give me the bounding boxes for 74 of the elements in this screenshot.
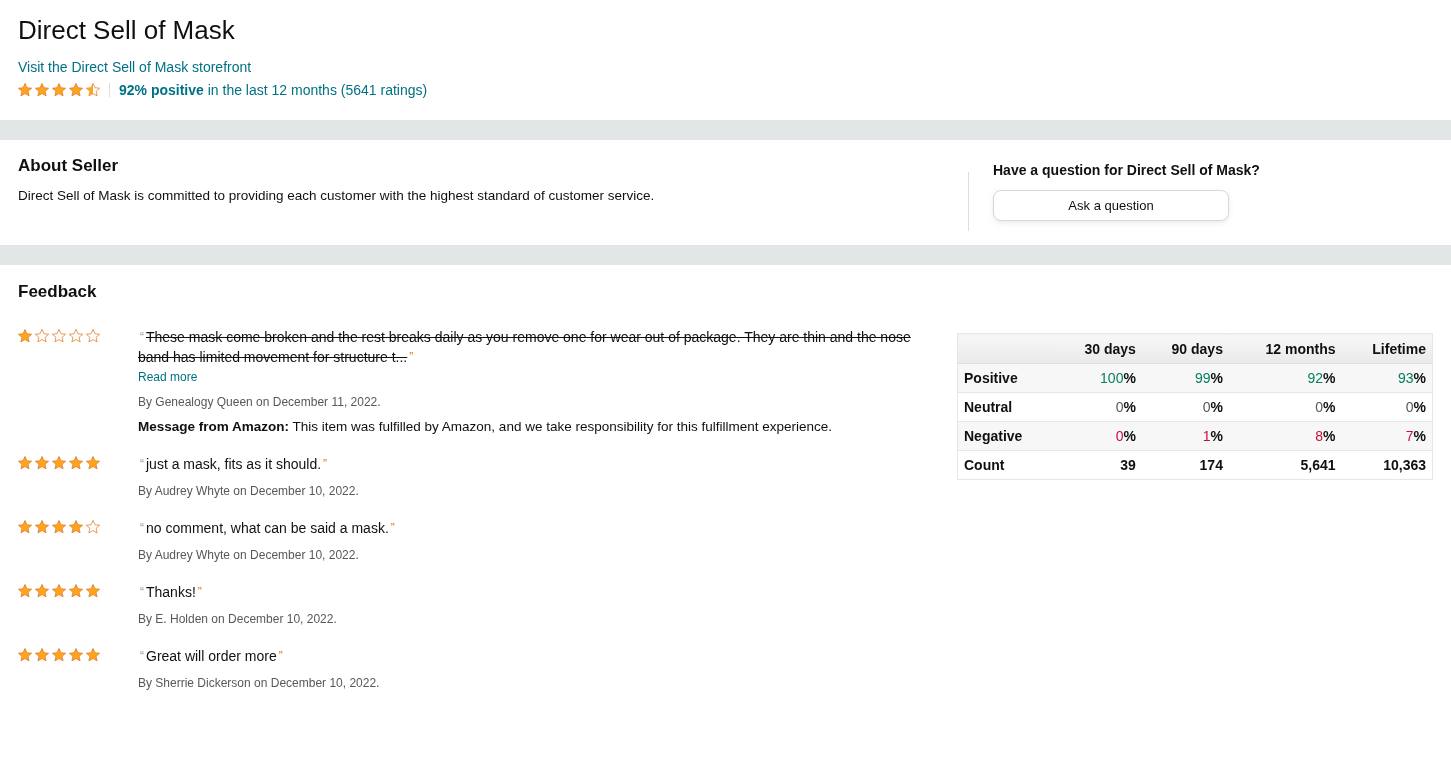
column-header: Lifetime [1341,333,1433,364]
star-icon [35,520,49,534]
star-icon [69,520,83,534]
empty-star-icon [86,329,100,343]
table-cell: 93% [1341,363,1433,393]
star-icon [86,648,100,662]
empty-star-icon [52,329,66,343]
ask-question-button[interactable]: Ask a question [993,190,1229,221]
star-icon [35,456,49,470]
amazon-message: Message from Amazon: This item was fulfilled by Amazon, and we take responsibility for this fulfillment experience. [138,419,834,434]
seller-name: Direct Sell of Mask [18,14,236,46]
review-text: “Thanks!” [139,583,203,602]
table-cell: 39 [1054,450,1142,480]
review-text: “These mask come broken and the rest breaks daily as you remove one for wear out of package. They are thin and the nose band has limited movement for structure t...” [138,328,912,367]
star-icon [52,584,66,598]
table-cell: 99% [1141,363,1229,393]
table-cell: 10,363 [1341,450,1433,480]
star-icon [69,456,83,470]
table-cell: 0% [1228,392,1342,422]
empty-star-icon [86,520,100,534]
star-icon [18,520,32,534]
storefront-link[interactable]: Visit the Direct Sell of Mask storefront [18,59,252,75]
review-byline: By Genealogy Queen on December 11, 2022. [138,395,382,409]
table-cell: 0% [1341,392,1433,422]
star-icon [52,456,66,470]
table-cell: 0% [1141,392,1229,422]
table-cell: 7% [1341,421,1433,451]
table-cell: 92% [1228,363,1342,393]
column-header: 30 days [1054,333,1142,364]
read-more-link[interactable]: Read more [138,370,198,384]
review-byline: By E. Holden on December 10, 2022. [138,612,338,626]
row-label: Negative [957,421,1055,451]
star-icon [18,584,32,598]
star-icon [52,83,66,97]
star-icon [35,648,49,662]
section-heading: Feedback [18,282,98,302]
row-label: Count [957,450,1055,480]
row-label: Neutral [957,392,1055,422]
review-text: “no comment, what can be said a mask.” [139,519,396,538]
question-heading: Have a question for Direct Sell of Mask? [993,162,1261,178]
column-header: 90 days [1141,333,1229,364]
empty-star-icon [69,329,83,343]
column-header: 12 months [1228,333,1342,364]
rating-summary: 92% positive in the last 12 months (5641 ratings) [119,82,428,98]
star-icon [18,456,32,470]
table-cell: 0% [1054,421,1142,451]
star-icon [86,584,100,598]
star-icon [69,584,83,598]
empty-star-icon [35,329,49,343]
review-text: “just a mask, fits as it should.” [139,455,329,474]
table-cell: 1% [1141,421,1229,451]
table-cell: 0% [1054,392,1142,422]
seller-description: Direct Sell of Mask is committed to providing each customer with the highest standard of customer service. [18,188,656,203]
star-icon [18,329,32,343]
half-star-icon [86,83,100,97]
table-cell: 174 [1141,450,1229,480]
star-icon [35,584,49,598]
review-byline: By Sherrie Dickerson on December 10, 2022. [138,676,381,690]
row-label: Positive [957,363,1055,393]
star-icon [18,648,32,662]
table-cell: 5,641 [1228,450,1342,480]
star-icon [52,520,66,534]
table-cell: 100% [1054,363,1142,393]
section-heading: About Seller [18,156,120,176]
review-byline: By Audrey Whyte on December 10, 2022. [138,548,360,562]
star-icon [69,648,83,662]
review-text: “Great will order more” [139,647,284,666]
review-byline: By Audrey Whyte on December 10, 2022. [138,484,360,498]
star-icon [18,83,32,97]
star-icon [86,456,100,470]
star-icon [69,83,83,97]
table-cell: 8% [1228,421,1342,451]
star-icon [35,83,49,97]
star-icon [52,648,66,662]
